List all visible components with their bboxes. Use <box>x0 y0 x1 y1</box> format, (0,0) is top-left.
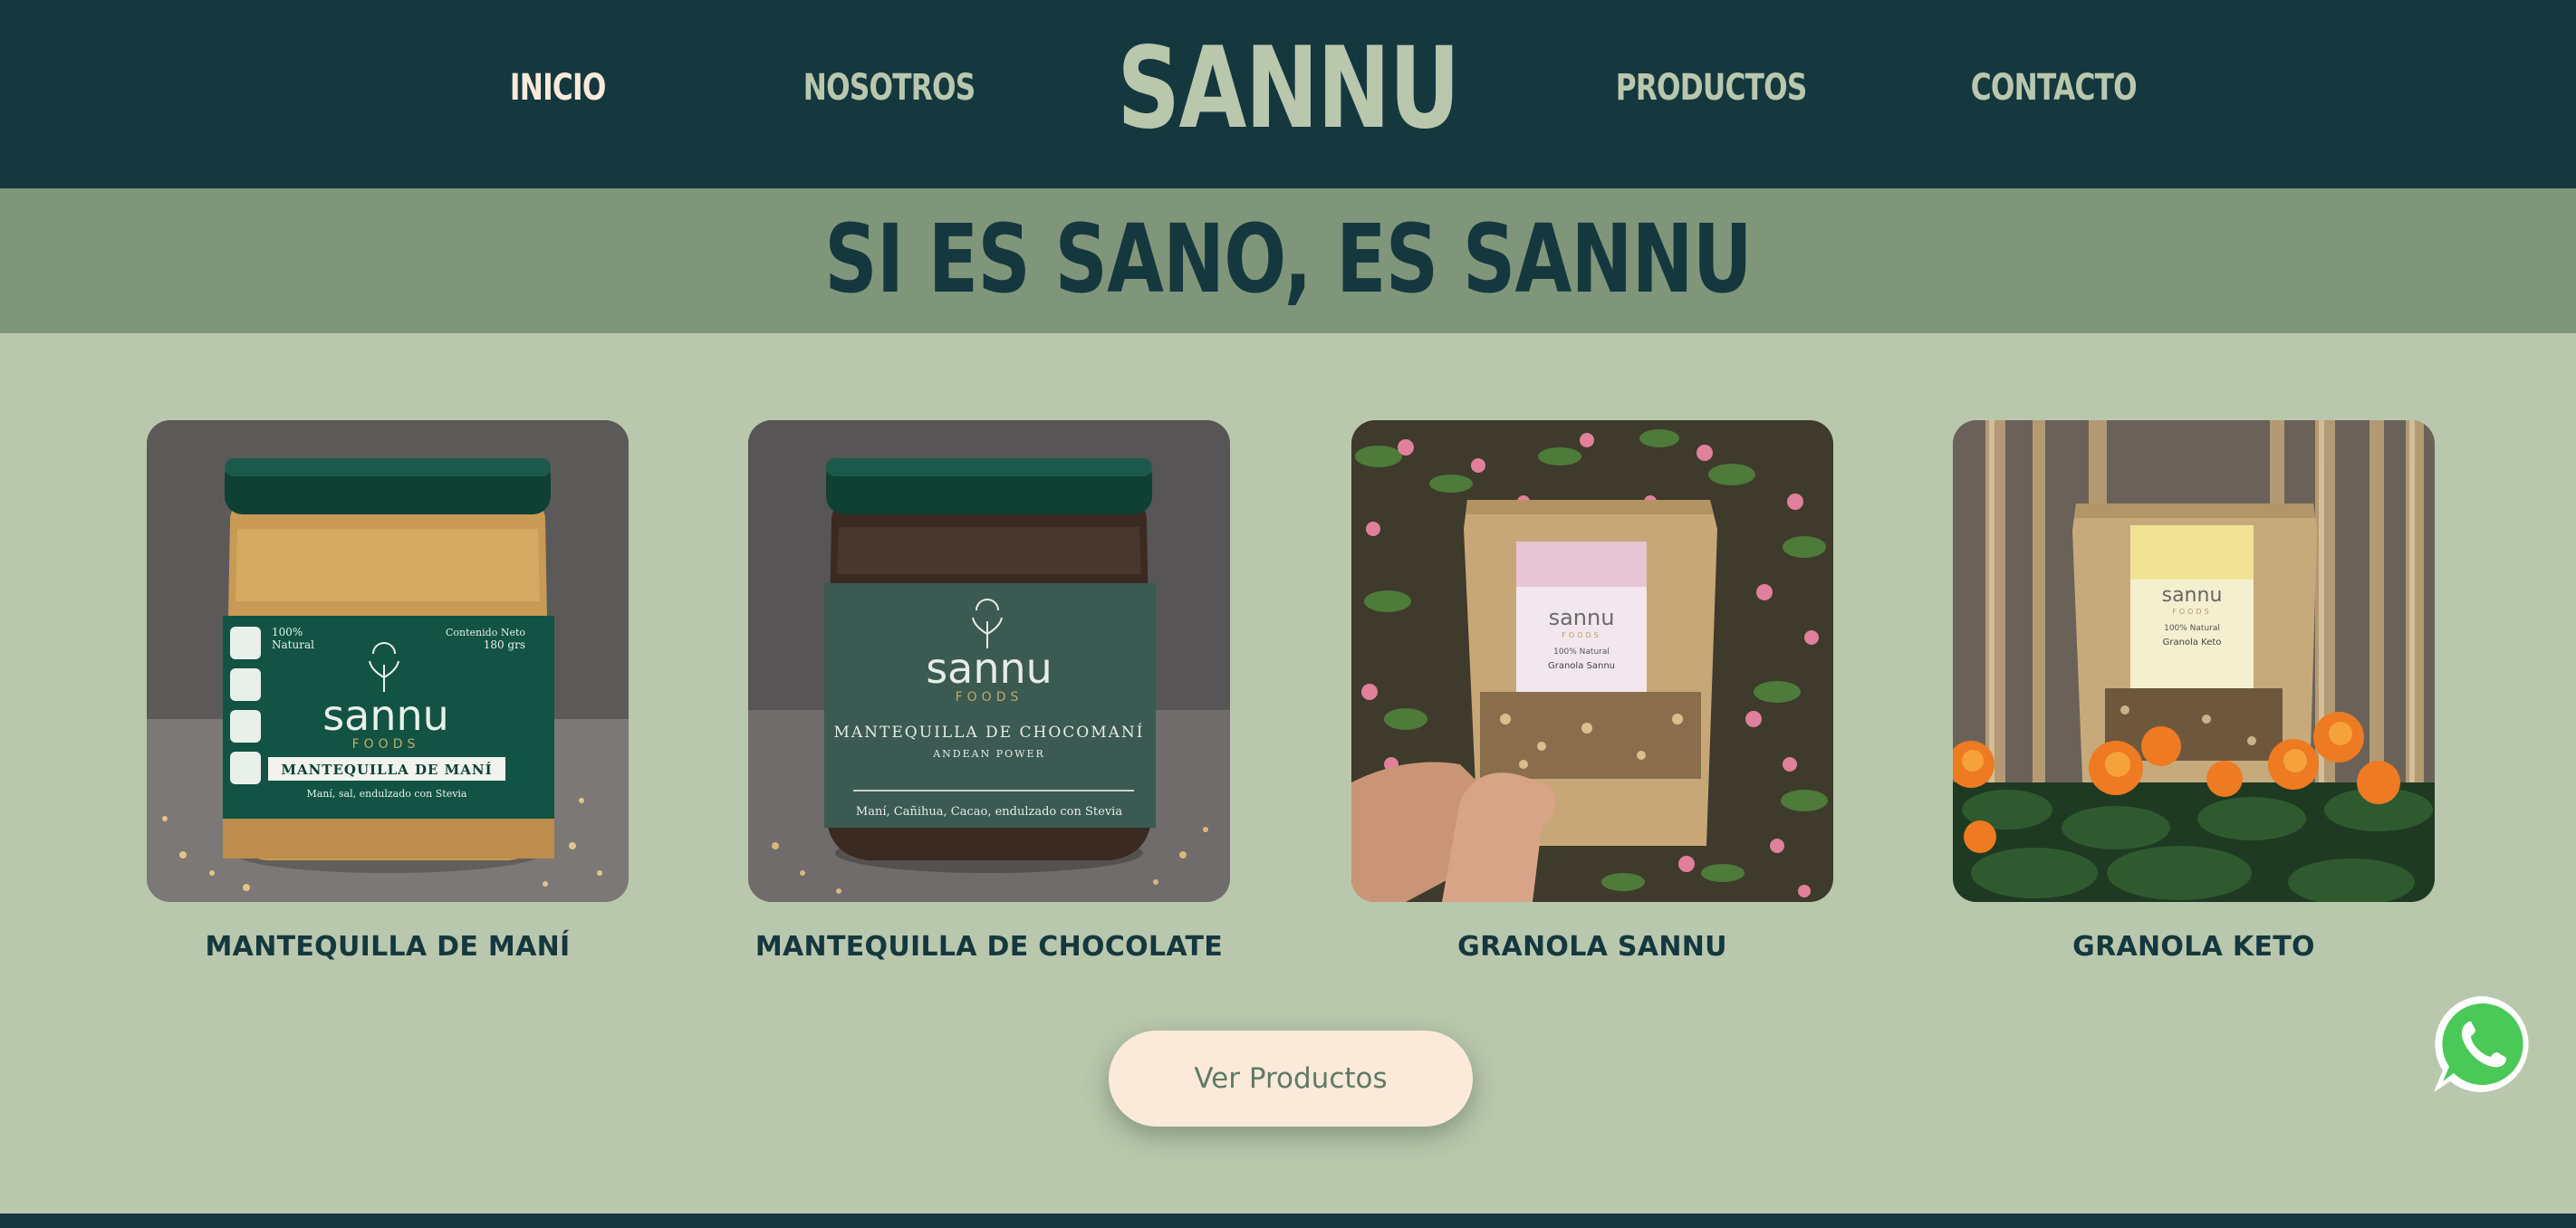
label-brand: sannu <box>1549 605 1615 630</box>
label-brand: sannu <box>322 691 449 740</box>
label-product: Granola Sannu <box>1548 661 1615 671</box>
tagline: SI ES SANO, ES SANNU <box>824 204 1752 314</box>
peanut-butter-jar-photo: 100% Natural Contenido Neto 180 grs sann… <box>147 420 629 902</box>
label-ingredients: Maní, Cañihua, Cacao, endulzado con Stev… <box>856 805 1122 819</box>
label-claim: 100% Natural <box>1553 648 1610 657</box>
label-product: Granola Keto <box>2163 638 2222 648</box>
label-ingredients: Maní, sal, endulzado con Stevia <box>306 788 466 800</box>
product-name-granola-keto[interactable]: GRANOLA KETO <box>1922 931 2465 963</box>
product-image-mantequilla-chocolate[interactable]: sannu FOODS MANTEQUILLA DE CHOCOMANÍ AND… <box>748 420 1230 902</box>
label-claim-line1: 100% <box>272 626 303 638</box>
label-sub: FOODS <box>2172 608 2211 616</box>
label-claim-line2: Natural <box>272 638 314 651</box>
site-header: INICIO NOSOTROS SANNU PRODUCTOS CONTACTO <box>0 0 2576 188</box>
label-product: MANTEQUILLA DE MANÍ <box>281 762 492 778</box>
label-brand: sannu <box>2162 584 2223 607</box>
product-image-mantequilla-mani[interactable]: 100% Natural Contenido Neto 180 grs sann… <box>147 420 629 902</box>
nav-link-productos[interactable]: PRODUCTOS <box>1616 67 1808 109</box>
label-product: MANTEQUILLA DE CHOCOMANÍ <box>834 723 1145 742</box>
product-image-granola-keto[interactable]: sannu FOODS 100% Natural Granola Keto <box>1953 420 2435 902</box>
label-tag: ANDEAN POWER <box>932 748 1045 760</box>
tagline-band: SI ES SANO, ES SANNU <box>0 188 2576 333</box>
product-image-granola-sannu[interactable]: sannu FOODS 100% Natural Granola Sannu <box>1351 420 1833 902</box>
label-content-line1: Contenido Neto <box>446 627 525 638</box>
label-brand: sannu <box>926 644 1053 693</box>
label-sub: FOODS <box>1562 631 1600 639</box>
footer-strip <box>0 1214 2576 1228</box>
whatsapp-icon <box>2434 996 2529 1092</box>
label-claim: 100% Natural <box>2164 624 2220 633</box>
granola-keto-photo: sannu FOODS 100% Natural Granola Keto <box>1953 420 2435 902</box>
label-sub: FOODS <box>956 690 1024 705</box>
ver-productos-button[interactable]: Ver Productos <box>1109 1031 1473 1127</box>
whatsapp-button[interactable] <box>2430 993 2533 1096</box>
product-name-granola-sannu[interactable]: GRANOLA SANNU <box>1321 931 1864 963</box>
nav-link-contacto[interactable]: CONTACTO <box>1971 67 2138 109</box>
product-name-mantequilla-chocolate[interactable]: MANTEQUILLA DE CHOCOLATE <box>717 931 1261 963</box>
granola-sannu-photo: sannu FOODS 100% Natural Granola Sannu <box>1351 420 1833 902</box>
product-name-mantequilla-mani[interactable]: MANTEQUILLA DE MANÍ <box>116 931 659 963</box>
label-sub: FOODS <box>352 737 420 752</box>
label-content-line2: 180 grs <box>484 638 525 651</box>
chocolate-butter-jar-photo: sannu FOODS MANTEQUILLA DE CHOCOMANÍ AND… <box>748 420 1230 902</box>
